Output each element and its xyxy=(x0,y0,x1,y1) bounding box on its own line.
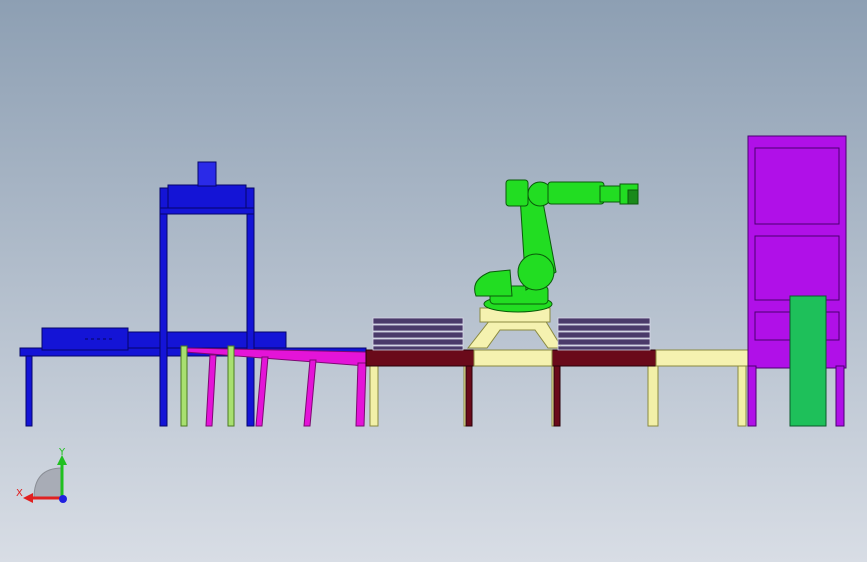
y-axis-label: Y xyxy=(58,447,66,458)
pallet-stack-left xyxy=(372,317,464,351)
guard-door[interactable] xyxy=(789,295,827,427)
press-cylinder[interactable] xyxy=(197,161,217,187)
cad-viewport[interactable]: Y X xyxy=(0,0,867,562)
pallet-stack-right xyxy=(557,317,651,351)
assembly-scene[interactable]: Y X xyxy=(0,0,867,562)
x-axis-label: X xyxy=(16,488,23,499)
viewport-background xyxy=(0,0,867,562)
z-axis-dot xyxy=(59,495,67,503)
